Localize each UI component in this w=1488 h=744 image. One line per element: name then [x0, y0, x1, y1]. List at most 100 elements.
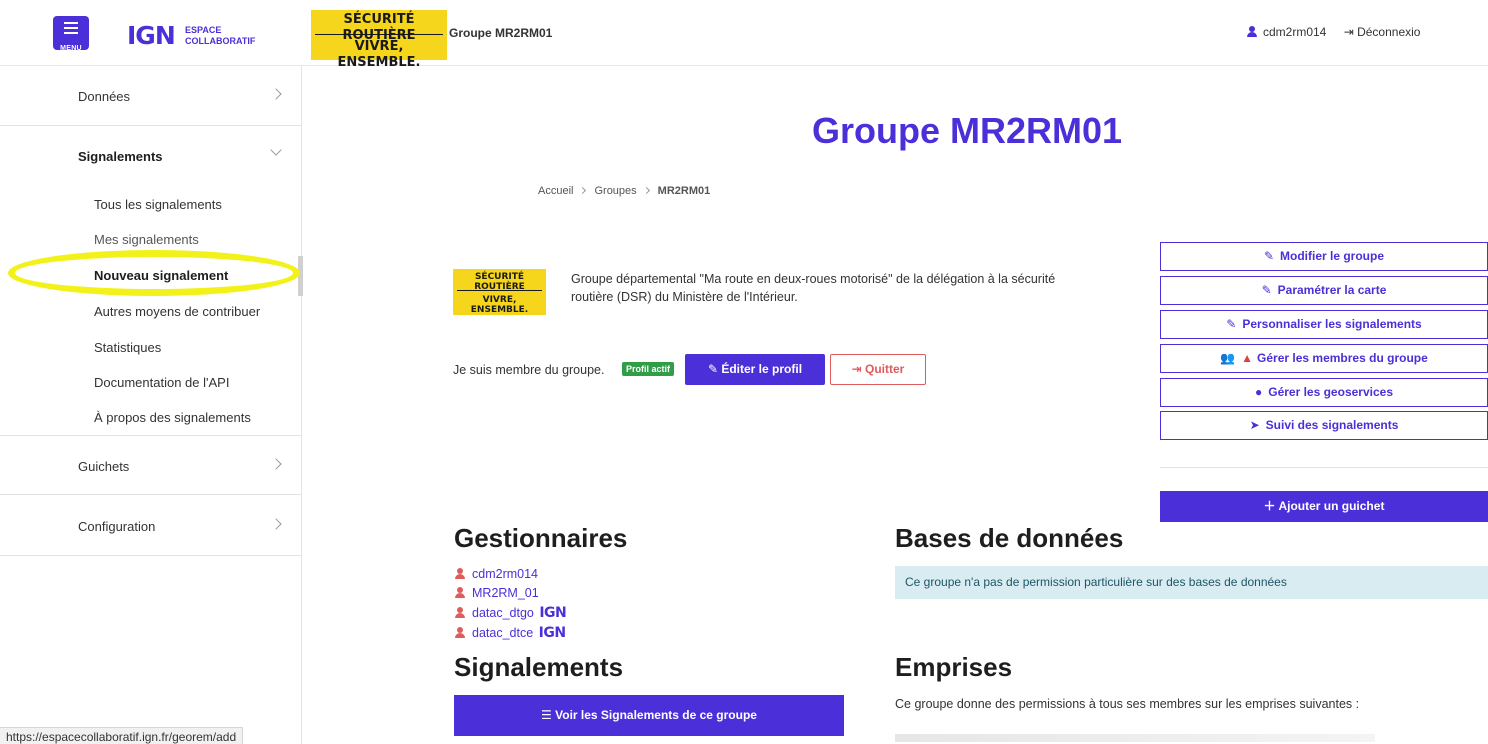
chevron-right-icon — [270, 88, 282, 100]
logout-icon: ⇥ — [851, 362, 866, 376]
edit-profile-button[interactable]: ✎ Éditer le profil — [685, 354, 825, 385]
user-icon — [455, 587, 465, 598]
securite-routiere-banner: SÉCURITÉ ROUTIÈRE VIVRE, ENSEMBLE. — [311, 10, 447, 70]
breadcrumb-current: MR2RM01 — [657, 185, 711, 197]
chevron-down-icon — [270, 144, 282, 156]
paper-plane-icon: ➤ — [1249, 418, 1260, 432]
action-label: Modifier le groupe — [1280, 249, 1385, 263]
actions-divider — [1160, 467, 1488, 468]
add-guichet-button[interactable]: ＋ Ajouter un guichet — [1160, 491, 1488, 522]
top-header: MENU IGN ESPACE COLLABORATIF SÉCURITÉ RO… — [0, 0, 1488, 70]
emprises-list-faded — [895, 734, 1375, 742]
sidebar-item-label: Configuration — [78, 519, 156, 534]
sidebar-item-guichets[interactable]: Guichets — [0, 435, 302, 495]
sidebar-item-donnees[interactable]: Données — [0, 66, 302, 126]
manager-name: cdm2rm014 — [472, 567, 538, 581]
menu-label: MENU — [60, 45, 82, 52]
chevron-right-icon — [270, 458, 282, 470]
manage-members-button[interactable]: 👥 ▲ Gérer les membres du groupe — [1160, 344, 1488, 373]
databases-info-alert: Ce groupe n'a pas de permission particul… — [895, 566, 1488, 599]
sidebar-subitem-statistiques[interactable]: Statistiques — [94, 340, 161, 355]
manage-geoservices-button[interactable]: ● Gérer les geoservices — [1160, 378, 1488, 407]
sidebar-item-configuration[interactable]: Configuration — [0, 496, 302, 556]
sidebar: Données Signalements Tous les signalemen… — [0, 66, 303, 744]
logout-label: Déconnexio — [1357, 25, 1421, 39]
membership-text: Je suis membre du groupe. — [453, 363, 605, 377]
pencil-icon: ✎ — [1263, 249, 1275, 263]
logout-link[interactable]: ⇥ Déconnexio — [1344, 25, 1421, 39]
user-icon — [455, 568, 465, 579]
user-icon — [455, 627, 465, 638]
manager-item[interactable]: datac_dtgo IGN — [455, 605, 567, 621]
group-description: Groupe départemental "Ma route en deux-r… — [571, 272, 1056, 304]
manager-item[interactable]: cdm2rm014 — [455, 567, 538, 581]
users-icon: 👥 — [1220, 351, 1236, 365]
breadcrumb-groupes[interactable]: Groupes — [594, 185, 636, 197]
group-logo-line2: VIVRE, ENSEMBLE. — [470, 295, 529, 315]
highlight-annotation — [8, 250, 300, 296]
pencil-icon: ✎ — [707, 362, 722, 376]
user-area: cdm2rm014 ⇥ Déconnexio — [1247, 25, 1420, 39]
sidebar-subitem-autres[interactable]: Autres moyens de contribuer — [94, 304, 260, 319]
group-logo-line1: SÉCURITÉ ROUTIÈRE — [474, 272, 525, 292]
breadcrumb-accueil[interactable]: Accueil — [538, 185, 573, 197]
quit-label: Quitter — [865, 362, 905, 376]
action-label: Gérer les geoservices — [1268, 385, 1393, 399]
hamburger-icon — [64, 22, 78, 34]
warning-icon: ▲ — [1241, 351, 1254, 365]
sidebar-item-label: Données — [78, 89, 131, 104]
profile-active-badge: Profil actif — [622, 362, 675, 376]
sidebar-item-label: Signalements — [78, 149, 163, 164]
managers-heading: Gestionnaires — [454, 523, 628, 553]
reports-heading: Signalements — [454, 652, 624, 682]
chevron-right-icon — [270, 518, 282, 530]
databases-heading: Bases de données — [895, 523, 1124, 553]
manager-name: datac_dtgo — [472, 606, 534, 620]
emprises-heading: Emprises — [895, 652, 1013, 682]
ign-sub-line1: ESPACE — [185, 25, 222, 35]
quit-group-button[interactable]: ⇥ Quitter — [830, 354, 926, 385]
manager-item[interactable]: MR2RM_01 — [455, 586, 539, 600]
username-link[interactable]: cdm2rm014 — [1263, 25, 1326, 39]
action-label: Gérer les membres du groupe — [1257, 351, 1428, 365]
sidebar-item-signalements[interactable]: Signalements — [0, 126, 302, 186]
breadcrumb: Accueil Groupes MR2RM01 — [538, 185, 710, 197]
ign-badge: IGN — [539, 605, 567, 621]
add-guichet-label: Ajouter un guichet — [1278, 499, 1385, 513]
globe-icon: ● — [1254, 385, 1263, 399]
status-bar-url: https://espacecollaboratif.ign.fr/georem… — [0, 727, 244, 744]
plus-icon: ＋ — [1263, 499, 1279, 513]
header-group-title: Groupe MR2RM01 — [449, 26, 553, 40]
manager-item[interactable]: datac_dtce IGN — [455, 625, 566, 641]
edit-profile-label: Éditer le profil — [721, 362, 803, 376]
list-icon: ☰ — [541, 708, 556, 722]
view-group-reports-button[interactable]: ☰ Voir les Signalements de ce groupe — [454, 695, 844, 736]
report-tracking-button[interactable]: ➤ Suivi des signalements — [1160, 411, 1488, 440]
action-label: Paramétrer la carte — [1277, 283, 1387, 297]
customize-reports-button[interactable]: ✎ Personnaliser les signalements — [1160, 310, 1488, 339]
pencil-icon: ✎ — [1261, 283, 1272, 297]
sidebar-subitem-doc-api[interactable]: Documentation de l'API — [94, 375, 229, 390]
sidebar-subitem-a-propos[interactable]: À propos des signalements — [94, 410, 251, 425]
modify-group-button[interactable]: ✎ Modifier le groupe — [1160, 242, 1488, 271]
user-icon — [455, 607, 465, 618]
menu-button[interactable]: MENU — [53, 16, 89, 52]
action-label: Personnaliser les signalements — [1242, 317, 1422, 331]
logout-icon: ⇥ — [1343, 25, 1358, 39]
ign-logo-subtitle: ESPACE COLLABORATIF — [185, 25, 255, 47]
sidebar-item-label: Guichets — [78, 459, 130, 474]
configure-map-button[interactable]: ✎ Paramétrer la carte — [1160, 276, 1488, 305]
sidebar-subitem-tous[interactable]: Tous les signalements — [94, 197, 222, 212]
manager-name: MR2RM_01 — [472, 586, 539, 600]
view-reports-label: Voir les Signalements de ce groupe — [555, 708, 757, 722]
ign-badge: IGN — [538, 625, 566, 641]
action-label: Suivi des signalements — [1265, 418, 1399, 432]
page-title: Groupe MR2RM01 — [812, 110, 1123, 151]
emprises-description: Ce groupe donne des permissions à tous s… — [895, 697, 1360, 711]
manager-name: datac_dtce — [472, 626, 534, 640]
ign-logo[interactable]: IGN — [127, 21, 176, 50]
group-logo: SÉCURITÉ ROUTIÈRE VIVRE, ENSEMBLE. — [453, 269, 546, 315]
ign-sub-line2: COLLABORATIF — [185, 36, 256, 46]
sidebar-subitem-mes[interactable]: Mes signalements — [94, 232, 199, 247]
pencil-icon: ✎ — [1226, 317, 1237, 331]
